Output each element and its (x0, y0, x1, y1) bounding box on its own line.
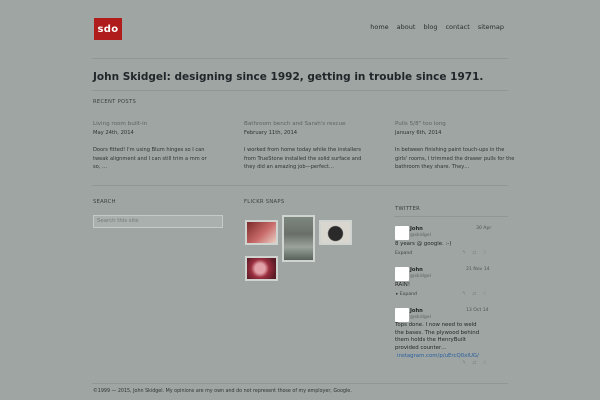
tweet-avatar[interactable] (395, 308, 409, 322)
retweet-icon[interactable]: ⇄ (472, 250, 476, 256)
nav-blog[interactable]: blog (423, 23, 437, 31)
flickr-photo-thumb[interactable] (245, 256, 278, 281)
recent-posts-heading: RECENT POSTS (93, 99, 137, 105)
tweet-expand-label: Expand (399, 292, 417, 297)
main-nav: home about blog contact sitemap (370, 23, 504, 31)
flickr-photo-thumb[interactable] (319, 220, 352, 245)
post-excerpt: In between finishing paint touch-ups in … (395, 147, 515, 171)
tweet-text: Tops done. I now need to weld the bases.… (395, 322, 480, 351)
post-title-link[interactable]: Pulls 5/8" too long (395, 121, 515, 127)
posts-divider (92, 185, 508, 186)
tweet-expand-link[interactable]: ▸ Expand (396, 292, 417, 297)
tweet-author-handle[interactable]: @skidgel (410, 315, 431, 320)
twitter-heading: TWITTER (395, 206, 421, 212)
tweet-expand-link[interactable]: Expand (395, 251, 412, 256)
retweet-icon[interactable]: ⇄ (472, 291, 476, 297)
headline-divider (92, 90, 508, 91)
search-heading: SEARCH (93, 199, 116, 205)
tweet-avatar[interactable] (395, 226, 409, 240)
footer-copyright: ©1999 — 2015, John Skidgel. My opinions … (93, 389, 352, 394)
favorite-icon[interactable]: ☆ (482, 250, 486, 256)
nav-contact[interactable]: contact (445, 23, 469, 31)
tweet-date[interactable]: 21 Nov 14 (466, 267, 490, 272)
reply-icon[interactable]: ↰ (462, 250, 466, 256)
post-excerpt: Doors fitted! I'm using Blum hinges so I… (93, 147, 207, 171)
tweet-author-name[interactable]: John (410, 226, 423, 232)
post-title-link[interactable]: Living room built-in (93, 121, 213, 127)
recent-post-1: Living room built-in May 24th, 2014 Door… (93, 121, 213, 172)
tweet-text: 8 years @ google. :-) (395, 241, 452, 247)
tweet-actions: ↰ ⇄ ☆ (462, 360, 487, 366)
header-divider (92, 58, 508, 59)
tweet-avatar[interactable] (395, 267, 409, 281)
nav-about[interactable]: about (397, 23, 416, 31)
tweet-author-name[interactable]: John (410, 267, 423, 273)
tweet-date[interactable]: 13 Oct 14 (466, 308, 489, 313)
favorite-icon[interactable]: ☆ (482, 360, 486, 366)
reply-icon[interactable]: ↰ (462, 291, 466, 297)
recent-post-2: Bathroom bench and Sarah's rescue Februa… (244, 121, 364, 172)
post-title-link[interactable]: Bathroom bench and Sarah's rescue (244, 121, 364, 127)
flickr-photo-thumb[interactable] (282, 215, 315, 262)
favorite-icon[interactable]: ☆ (482, 291, 486, 297)
tweet-date[interactable]: 30 Apr (476, 226, 491, 231)
nav-home[interactable]: home (370, 23, 388, 31)
tweet-author-handle[interactable]: @skidgel (410, 233, 431, 238)
page-headline: John Skidgel: designing since 1992, gett… (93, 71, 484, 83)
search-input[interactable]: Search this site (93, 215, 223, 228)
tweet-actions: ↰ ⇄ ☆ (462, 291, 487, 297)
twitter-divider (394, 216, 508, 217)
post-date: February 11th, 2014 (244, 130, 298, 136)
nav-sitemap[interactable]: sitemap (478, 23, 504, 31)
post-date: January 6th, 2014 (395, 130, 442, 136)
post-date: May 24th, 2014 (93, 130, 134, 136)
tweet-author-name[interactable]: John (410, 308, 423, 314)
tweet-text: RAIN! (395, 282, 410, 288)
tweet-author-handle[interactable]: @skidgel (410, 274, 431, 279)
flickr-heading: FLICKR SNAPS (244, 199, 285, 205)
reply-icon[interactable]: ↰ (462, 360, 466, 366)
recent-post-3: Pulls 5/8" too long January 6th, 2014 In… (395, 121, 515, 172)
post-excerpt: I worked from home today while the insta… (244, 147, 362, 171)
site-logo[interactable]: sdo (94, 18, 122, 40)
tweet-actions: ↰ ⇄ ☆ (462, 250, 487, 256)
flickr-photo-thumb[interactable] (245, 220, 278, 245)
retweet-icon[interactable]: ⇄ (472, 360, 476, 366)
footer-divider (92, 383, 508, 384)
